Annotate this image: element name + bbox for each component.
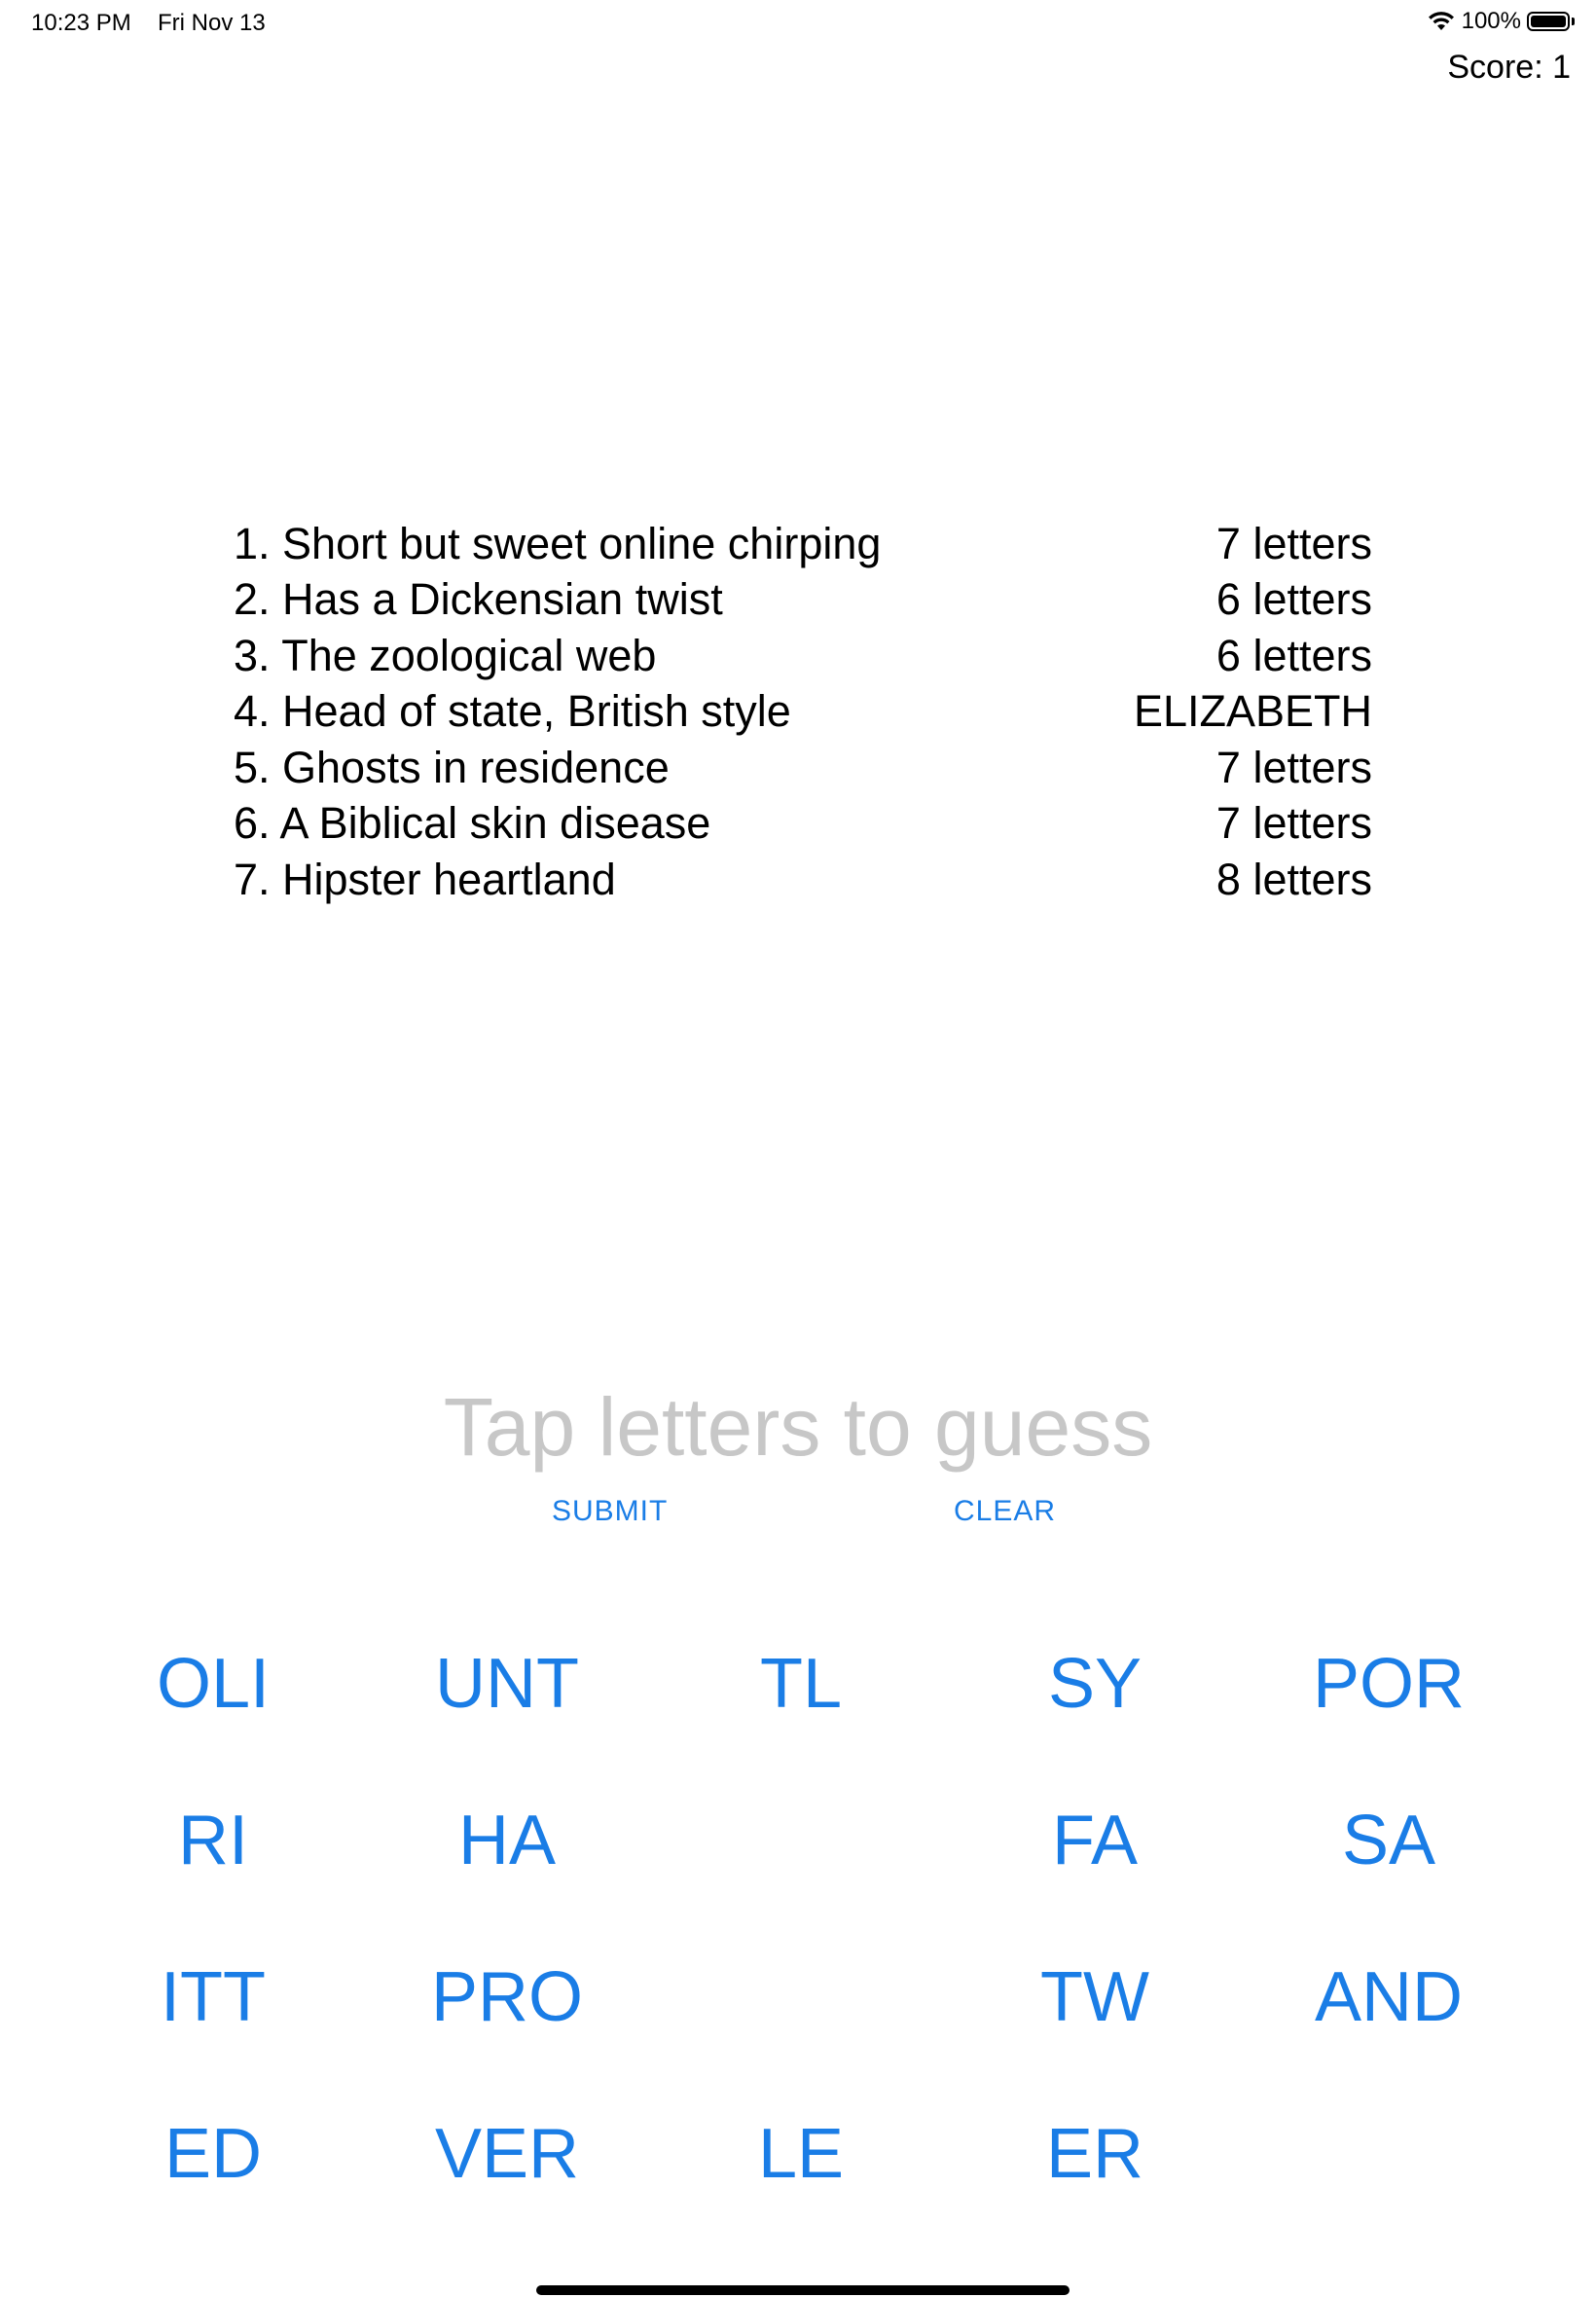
letter-tile-grid: OLI UNT TL SY POR RI HA FA SA ITT PRO TW… [0,1606,1596,2233]
letter-tile[interactable]: ITT [66,1919,360,2076]
letter-tile[interactable]: ED [66,2076,360,2233]
letter-tile[interactable]: HA [360,1763,654,1919]
clue-text: 4. Head of state, British style [234,686,791,737]
letter-tile[interactable]: UNT [360,1606,654,1763]
letter-tile[interactable]: RI [66,1763,360,1919]
battery-percent: 100% [1461,8,1521,34]
clue-text: 1. Short but sweet online chirping [234,518,882,568]
letter-tile[interactable]: ER [948,2076,1242,2233]
clue-row: 5. Ghosts in residence 7 letters [234,740,1372,796]
tile-row: RI HA FA SA [0,1763,1596,1919]
status-bar: 10:23 PM Fri Nov 13 100% [0,0,1596,45]
battery-icon [1527,12,1575,31]
clue-list: 1. Short but sweet online chirping 7 let… [234,516,1372,908]
clue-hint: 7 letters [1215,742,1372,792]
letter-tile[interactable]: TL [654,1606,948,1763]
letter-tile[interactable]: POR [1242,1606,1536,1763]
clue-row: 1. Short but sweet online chirping 7 let… [234,516,1372,572]
clue-text: 7. Hipster heartland [234,854,616,904]
clue-text: 6. A Biblical skin disease [234,798,711,849]
guess-display: Tap letters to guess [443,1381,1153,1473]
clue-text: 3. The zoological web [234,630,657,680]
status-right: 100% [1427,8,1575,35]
clue-row: 2. Has a Dickensian twist 6 letters [234,572,1372,629]
tile-row: ITT PRO TW AND [0,1919,1596,2076]
letter-tile[interactable]: SA [1242,1763,1536,1919]
status-time: 10:23 PM [31,10,131,36]
clue-hint: 7 letters [1215,798,1372,849]
letter-tile[interactable]: VER [360,2076,654,2233]
clear-button[interactable]: CLEAR [954,1495,1056,1528]
clue-row: 6. A Biblical skin disease 7 letters [234,796,1372,853]
clue-hint: 6 letters [1215,574,1372,625]
wifi-icon [1427,11,1456,32]
clue-row: 3. The zoological web 6 letters [234,628,1372,684]
letter-tile[interactable]: TW [948,1919,1242,2076]
letter-tile-empty [654,1763,948,1919]
clue-row: 7. Hipster heartland 8 letters [234,852,1372,908]
clue-text: 2. Has a Dickensian twist [234,574,723,625]
letter-tile-empty [654,1919,948,2076]
clue-text: 5. Ghosts in residence [234,742,670,792]
letter-tile[interactable]: PRO [360,1919,654,2076]
tile-row: ED VER LE ER [0,2076,1596,2233]
letter-tile[interactable]: SY [948,1606,1242,1763]
letter-tile-empty [1242,2076,1536,2233]
letter-tile[interactable]: OLI [66,1606,360,1763]
letter-tile[interactable]: LE [654,2076,948,2233]
clue-hint: ELIZABETH [1133,686,1372,737]
letter-tile[interactable]: AND [1242,1919,1536,2076]
clue-hint: 7 letters [1215,518,1372,568]
tile-row: OLI UNT TL SY POR [0,1606,1596,1763]
clue-hint: 8 letters [1215,854,1372,904]
home-indicator[interactable] [536,2285,1070,2295]
status-date: Fri Nov 13 [158,10,266,36]
submit-button[interactable]: SUBMIT [552,1495,668,1528]
letter-tile[interactable]: FA [948,1763,1242,1919]
clue-hint: 6 letters [1215,630,1372,680]
clue-row: 4. Head of state, British style ELIZABET… [234,684,1372,741]
score-label: Score: 1 [1447,49,1571,86]
